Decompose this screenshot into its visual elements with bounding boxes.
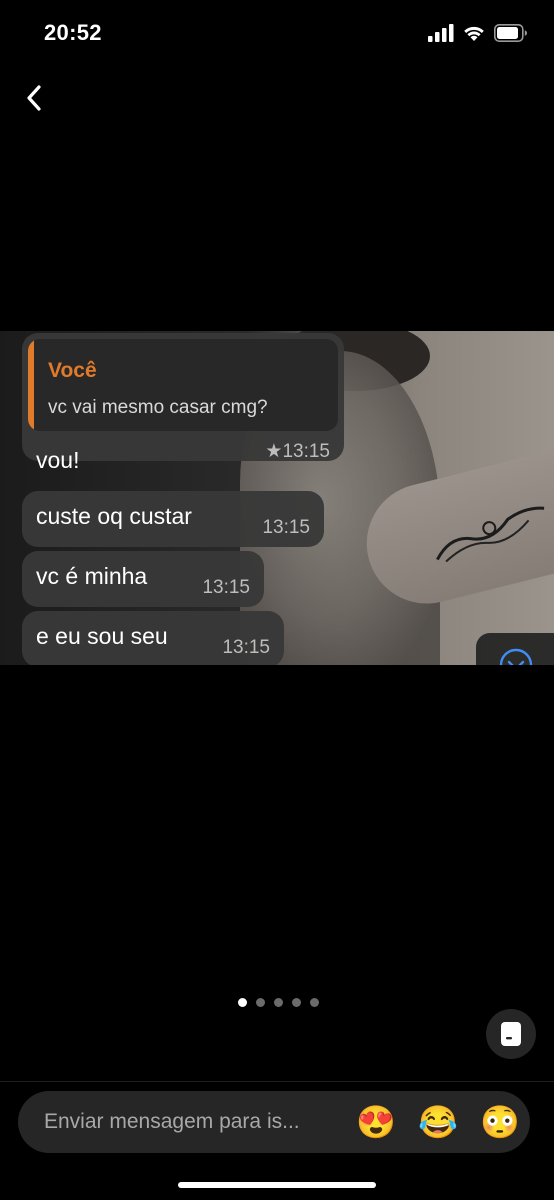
message-text: vc é minha [36, 563, 148, 589]
status-time: 20:52 [44, 20, 102, 45]
divider [0, 1081, 554, 1082]
emoji-flushed-button[interactable]: 😳 [480, 1103, 520, 1141]
back-button[interactable] [16, 80, 52, 116]
cellular-signal-icon [428, 24, 454, 42]
message-bubble-reply: Você vc vai mesmo casar cmg? vou! ★13:15 [22, 333, 344, 473]
reply-text: vc vai mesmo casar cmg? [48, 397, 268, 418]
pager-dot [274, 998, 283, 1007]
message-input[interactable] [44, 1110, 344, 1134]
message-time: 13:15 [222, 637, 270, 658]
emoji-laughing-button[interactable]: 😂 [418, 1103, 458, 1141]
wifi-icon [464, 26, 484, 41]
story-media[interactable]: Você vc vai mesmo casar cmg? vou! ★13:15… [0, 331, 554, 665]
message-composer: 😍 😂 😳 [18, 1091, 530, 1153]
carousel-pager [238, 998, 319, 1007]
message-time: 13:15 [262, 517, 310, 538]
pager-dot-active [238, 998, 247, 1007]
quoted-reply: Você vc vai mesmo casar cmg? [28, 339, 338, 431]
home-indicator[interactable] [178, 1182, 376, 1188]
message-text: vou! [36, 447, 80, 473]
status-bar: 20:52 [0, 0, 554, 70]
pager-dot [292, 998, 301, 1007]
message-text: custe oq custar [36, 503, 192, 529]
chat-screenshot: Você vc vai mesmo casar cmg? vou! ★13:15… [0, 331, 554, 665]
scroll-down-button [476, 633, 554, 665]
status-icons [428, 24, 528, 42]
message-text: e eu sou seu [36, 623, 168, 649]
message-bubble: e eu sou seu 13:15 [22, 611, 284, 665]
chevron-down-circle-icon [499, 648, 533, 665]
reply-accent-bar [28, 339, 34, 431]
battery-icon [494, 24, 527, 42]
reply-author: Você [48, 359, 97, 382]
pager-dot [310, 998, 319, 1007]
message-time: ★13:15 [265, 441, 330, 462]
emoji-heart-eyes-button[interactable]: 😍 [356, 1103, 396, 1141]
sticker-icon [501, 1022, 521, 1046]
chevron-left-icon [27, 85, 41, 111]
message-time: 13:15 [202, 577, 250, 598]
message-bubble: custe oq custar 13:15 [22, 491, 324, 547]
sticker-button[interactable] [486, 1009, 536, 1059]
pager-dot [256, 998, 265, 1007]
message-bubble: vc é minha 13:15 [22, 551, 264, 607]
